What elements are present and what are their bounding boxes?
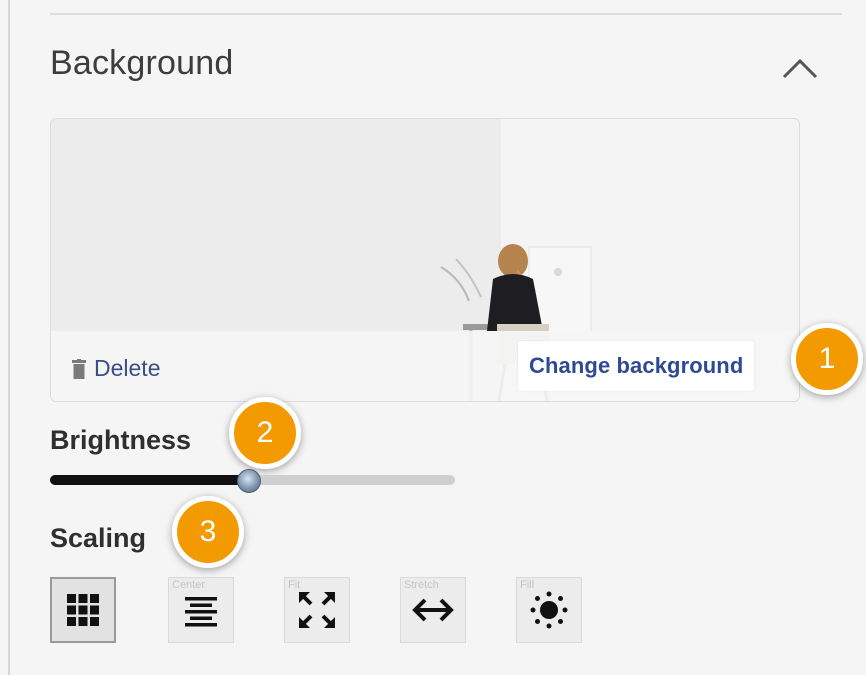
section-title: Background: [50, 44, 234, 82]
chevron-up-icon[interactable]: [781, 56, 819, 80]
brightness-slider-thumb[interactable]: [237, 469, 261, 493]
horizontal-arrows-icon: [412, 598, 454, 622]
top-divider: [50, 13, 842, 15]
callout-marker-3: 3: [172, 496, 244, 568]
scale-center-button[interactable]: Center: [168, 577, 234, 643]
callout-marker-2: 2: [229, 397, 301, 469]
brightness-label: Brightness: [50, 425, 192, 455]
scale-fit-ghost-label: Fit: [288, 579, 301, 591]
panel-left-border: [8, 0, 10, 675]
scale-stretch-ghost-label: Stretch: [404, 579, 439, 591]
delete-button[interactable]: Delete: [72, 355, 160, 382]
change-background-button[interactable]: Change background: [518, 341, 755, 391]
trash-icon: [72, 358, 86, 379]
scale-fill-ghost-label: Fill: [520, 579, 535, 591]
scale-center-ghost-label: Center: [172, 579, 206, 591]
sun-icon: [530, 591, 568, 629]
scaling-label: Scaling: [50, 523, 147, 553]
grid-icon: [67, 594, 99, 626]
delete-label: Delete: [94, 355, 161, 381]
scale-fit-button[interactable]: Fit: [284, 577, 350, 643]
scale-stretch-button[interactable]: Stretch: [400, 577, 466, 643]
align-center-icon: [185, 597, 217, 627]
brightness-slider[interactable]: [50, 469, 455, 493]
scale-fill-button[interactable]: Fill: [516, 577, 582, 643]
change-background-label: Change background: [529, 353, 744, 378]
expand-arrows-icon: [299, 592, 335, 628]
scale-tile-button[interactable]: [50, 577, 116, 643]
brightness-slider-fill: [50, 475, 248, 485]
callout-marker-1: 1: [791, 323, 863, 395]
